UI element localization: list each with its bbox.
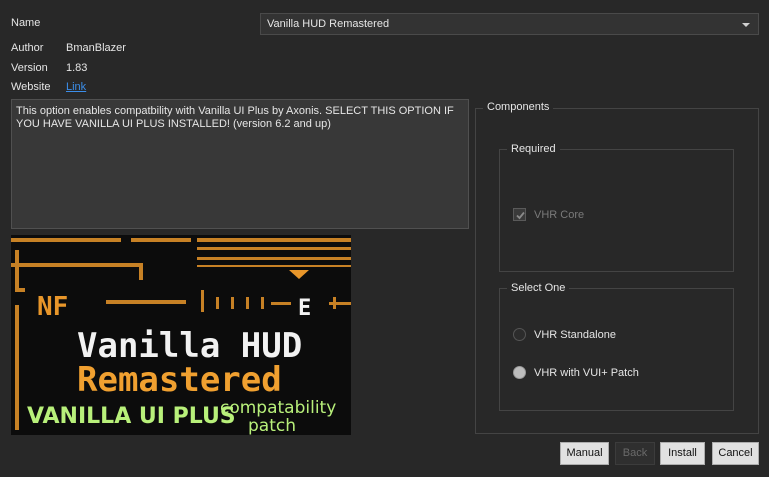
vhr-core-checkbox[interactable] — [513, 208, 526, 221]
chevron-down-icon[interactable] — [742, 23, 750, 27]
install-button[interactable]: Install — [660, 442, 705, 465]
vhr-standalone-label[interactable]: VHR Standalone — [534, 329, 616, 341]
plugin-image-graphic: NF E Vanilla HUD Remastered VANILLA UI P… — [11, 235, 351, 435]
image-e-text: E — [298, 296, 311, 321]
author-label: Author — [11, 42, 44, 54]
image-title-line2: Remastered — [77, 360, 282, 400]
description-textbox[interactable]: This option enables compatbility with Va… — [11, 99, 469, 229]
back-button[interactable]: Back — [615, 442, 655, 465]
image-nf-text: NF — [37, 292, 68, 322]
name-select[interactable]: Vanilla HUD Remastered — [260, 13, 759, 35]
cancel-button[interactable]: Cancel — [712, 442, 759, 465]
website-label: Website — [11, 81, 51, 93]
vhr-vui-patch-label[interactable]: VHR with VUI+ Patch — [534, 367, 639, 379]
vhr-vui-patch-radio[interactable] — [513, 366, 526, 379]
checkmark-icon — [516, 211, 525, 220]
plugin-image: NF E Vanilla HUD Remastered VANILLA UI P… — [11, 235, 351, 435]
image-title-line4a: compatability — [220, 398, 336, 418]
website-link[interactable]: Link — [66, 81, 86, 93]
select-one-title: Select One — [507, 282, 570, 294]
version-value: 1.83 — [66, 62, 88, 74]
manual-button[interactable]: Manual — [560, 442, 609, 465]
author-value: BmanBlazer — [66, 42, 126, 54]
vhr-core-label: VHR Core — [534, 209, 585, 221]
name-select-value: Vanilla HUD Remastered — [267, 18, 390, 30]
image-title-line3: VANILLA UI PLUS — [27, 404, 236, 429]
components-title: Components — [483, 101, 554, 113]
version-label: Version — [11, 62, 48, 74]
vhr-standalone-radio[interactable] — [513, 328, 526, 341]
name-label: Name — [11, 17, 41, 29]
image-title-line4b: patch — [248, 416, 296, 435]
required-title: Required — [507, 143, 560, 155]
select-one-group — [499, 288, 734, 411]
